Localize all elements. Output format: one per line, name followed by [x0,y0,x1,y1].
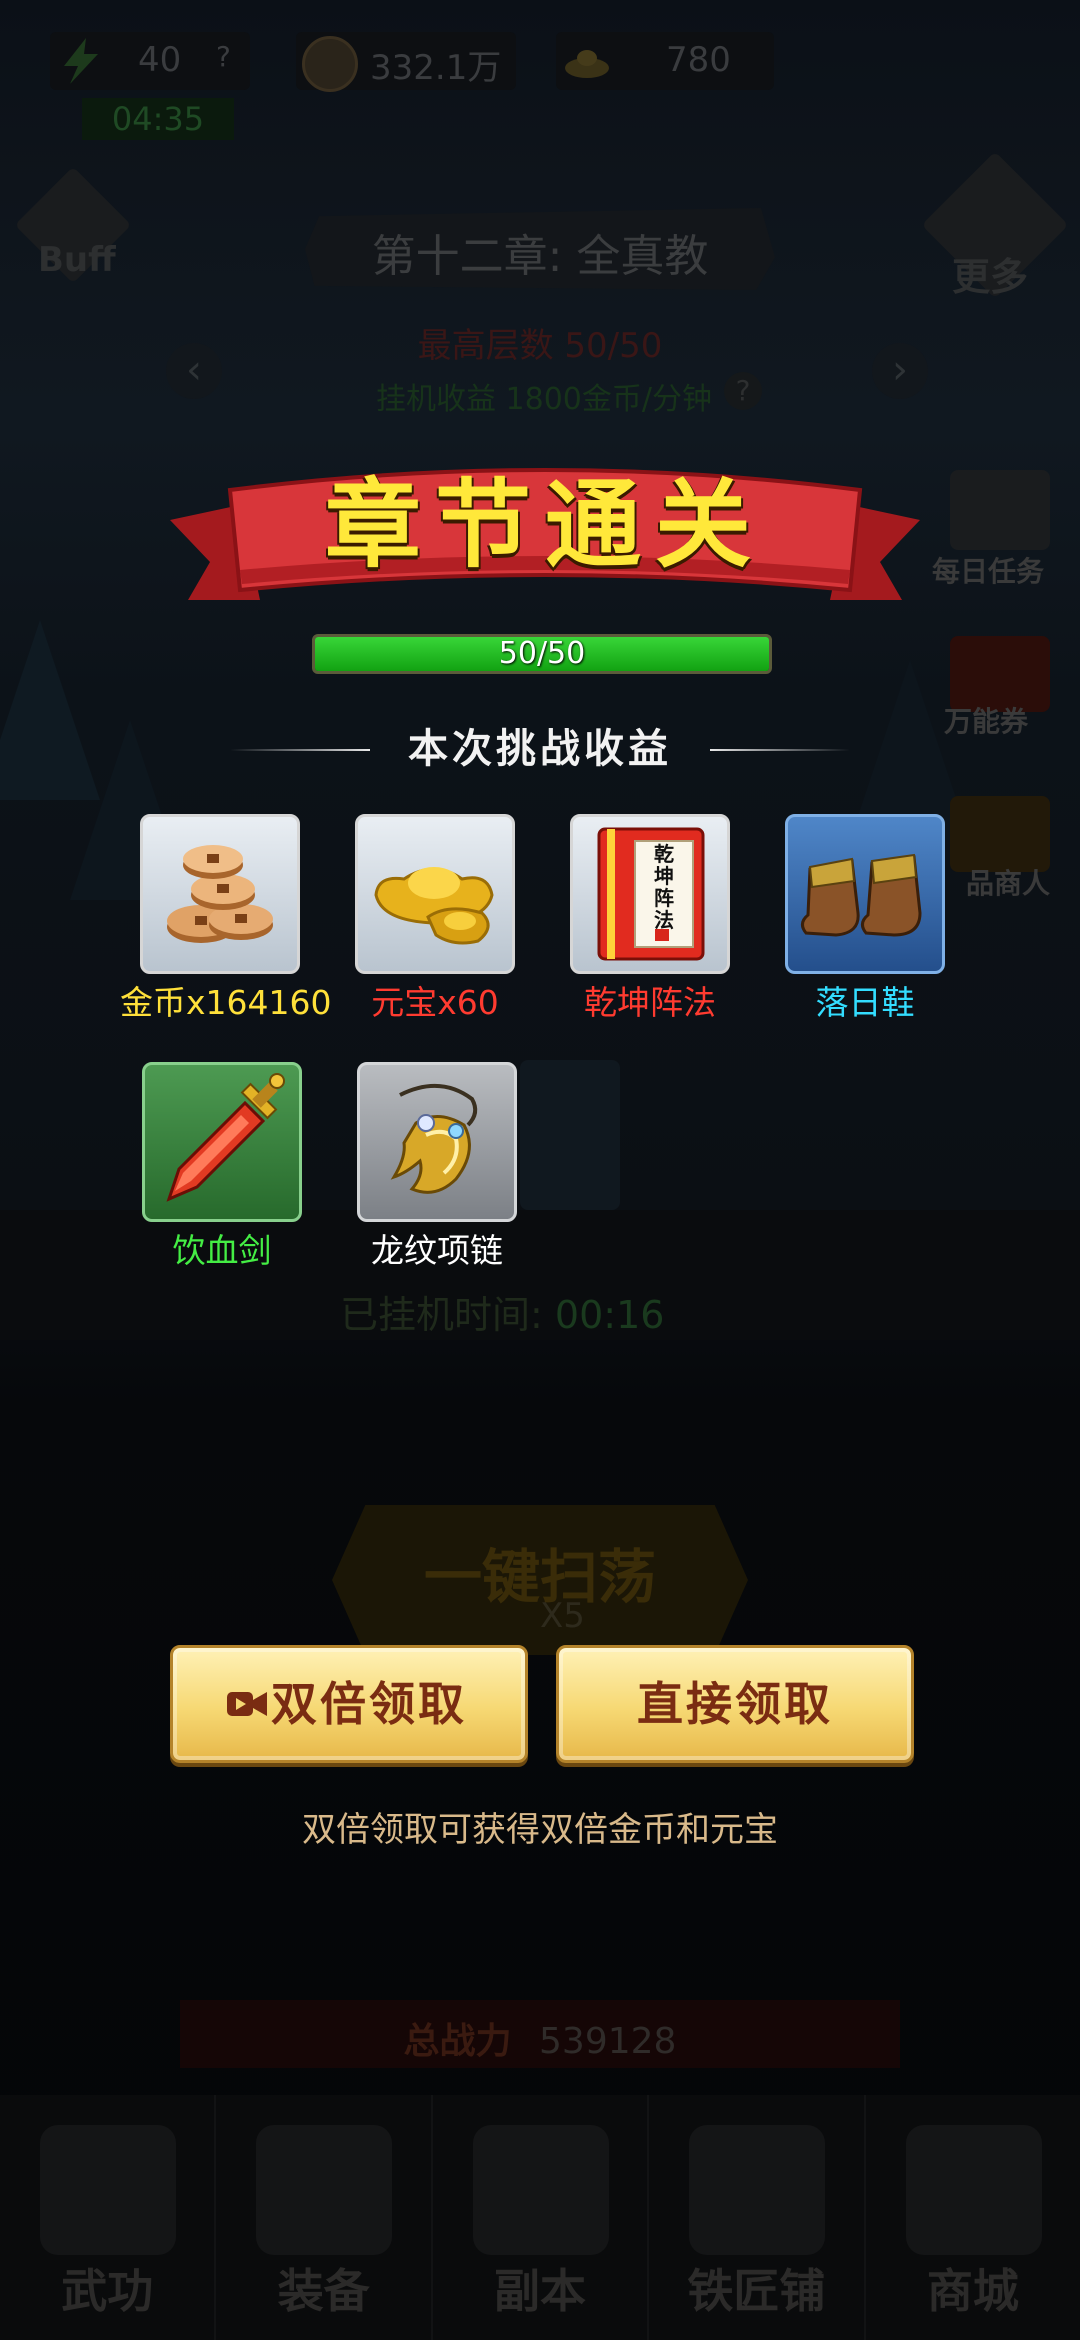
coin-value: 332.1万 [370,48,502,88]
rewards-header: 本次挑战收益 [230,716,850,782]
reward-item-boots[interactable]: 落日鞋 [765,814,965,1024]
power-label: 总战力 [403,2020,512,2062]
reward-item-coins[interactable]: 金币x164160 [120,814,332,1024]
power-value: 539128 [539,2021,677,2062]
more-label: 更多 [952,254,1029,299]
direct-claim-label: 直接领取 [637,1677,833,1731]
reward-label: 落日鞋 [815,983,915,1022]
necklace-icon [390,1083,478,1194]
copper-coins-icon [167,845,273,943]
income-help-icon[interactable]: ? [724,372,762,410]
reward-slot [785,814,945,974]
double-claim-label: 双倍领取 [271,1677,467,1731]
nav-label: 装备 [277,2264,370,2318]
chapter-clear-banner: 章节通关 [170,450,920,620]
max-floor-label: 最高层数 [417,326,554,366]
idle-income-text: 挂机收益 1800金币/分钟 [376,382,712,417]
nav-blacksmith[interactable]: 铁匠铺 [649,2095,866,2340]
coin-counter[interactable]: 332.1万 [296,32,516,92]
ingot-counter[interactable]: 780 [556,32,774,90]
game-screen: 40 ? 04:35 332.1万 780 Buff 更多 第十二章: 全真教 … [0,0,1080,2340]
reward-slot [140,814,300,974]
lightning-icon [64,38,98,84]
nav-shop[interactable]: 商城 [866,2095,1080,2340]
reward-slot: 乾坤阵法 [570,814,730,974]
stamina-counter[interactable]: 40 ? [50,32,250,90]
blacksmith-icon [689,2125,826,2255]
reward-item-necklace[interactable]: 龙纹项链 [337,1062,537,1272]
direct-claim-button[interactable]: 直接领取 [556,1645,914,1763]
nav-martial-arts[interactable]: 武功 [0,2095,217,2340]
side-menu-daily[interactable]: 每日任务 [932,550,1044,590]
nav-label: 副本 [494,2264,587,2318]
nav-dungeon[interactable]: 副本 [433,2095,650,2340]
martial-arts-icon [40,2125,176,2255]
boots-icon [801,853,922,937]
stamina-help-icon[interactable]: ? [216,40,231,73]
ingot-icon [565,50,609,78]
reward-item-book[interactable]: 乾坤阵法 乾坤阵法 [550,814,750,1024]
buff-label: Buff [38,240,116,280]
reward-item-ingots[interactable]: 元宝x60 [335,814,535,1024]
stamina-value: 40 [138,40,182,80]
daily-task-icon[interactable] [950,470,1050,550]
rewards-title: 本次挑战收益 [408,725,672,772]
bottom-nav: 武功 装备 副本 铁匠铺 商城 [0,2095,1080,2340]
side-menu-merchant[interactable]: 品商人 [966,862,1050,902]
ingot-value: 780 [666,40,731,80]
shop-icon [905,2125,1042,2255]
chapter-title: 第十二章: 全真教 [371,231,709,282]
dungeon-icon [472,2125,609,2255]
nav-label: 铁匠铺 [687,2264,826,2318]
nav-label: 商城 [926,2264,1019,2318]
equipment-icon [256,2125,393,2255]
coin-icon [302,36,358,92]
reward-item-sword[interactable]: 饮血剑 [122,1062,322,1272]
reward-slot [355,814,515,974]
chapter-clear-title: 章节通关 [325,468,765,581]
reward-label: 金币x164160 [120,983,332,1022]
nav-label: 武功 [61,2264,154,2318]
idle-time-value: 00:16 [554,1293,665,1337]
reward-label: 龙纹项链 [371,1231,503,1270]
reward-label: 元宝x60 [371,983,499,1022]
reward-slot [142,1062,302,1222]
reward-label: 乾坤阵法 [584,983,716,1022]
idle-time-label: 已挂机时间: [340,1293,543,1337]
merchant-icon[interactable] [950,796,1050,872]
progress-text: 50/50 [498,636,586,671]
sweep-cost: X5 [540,1596,585,1636]
reward-slot [357,1062,517,1222]
nav-equipment[interactable]: 装备 [216,2095,433,2340]
stamina-timer: 04:35 [82,98,234,140]
reward-label: 饮血剑 [172,1231,272,1270]
sword-icon [166,1073,285,1202]
clear-progress-bar: 50/50 [312,634,772,674]
side-menu-voucher[interactable]: 万能券 [944,700,1028,740]
max-floor-value: 50/50 [564,326,663,366]
book-title-text: 乾坤阵法 [654,842,674,932]
gold-ingot-icon [374,867,494,945]
double-claim-hint: 双倍领取可获得双倍金币和元宝 [302,1810,778,1850]
double-claim-button[interactable]: 双倍领取 [170,1645,528,1763]
